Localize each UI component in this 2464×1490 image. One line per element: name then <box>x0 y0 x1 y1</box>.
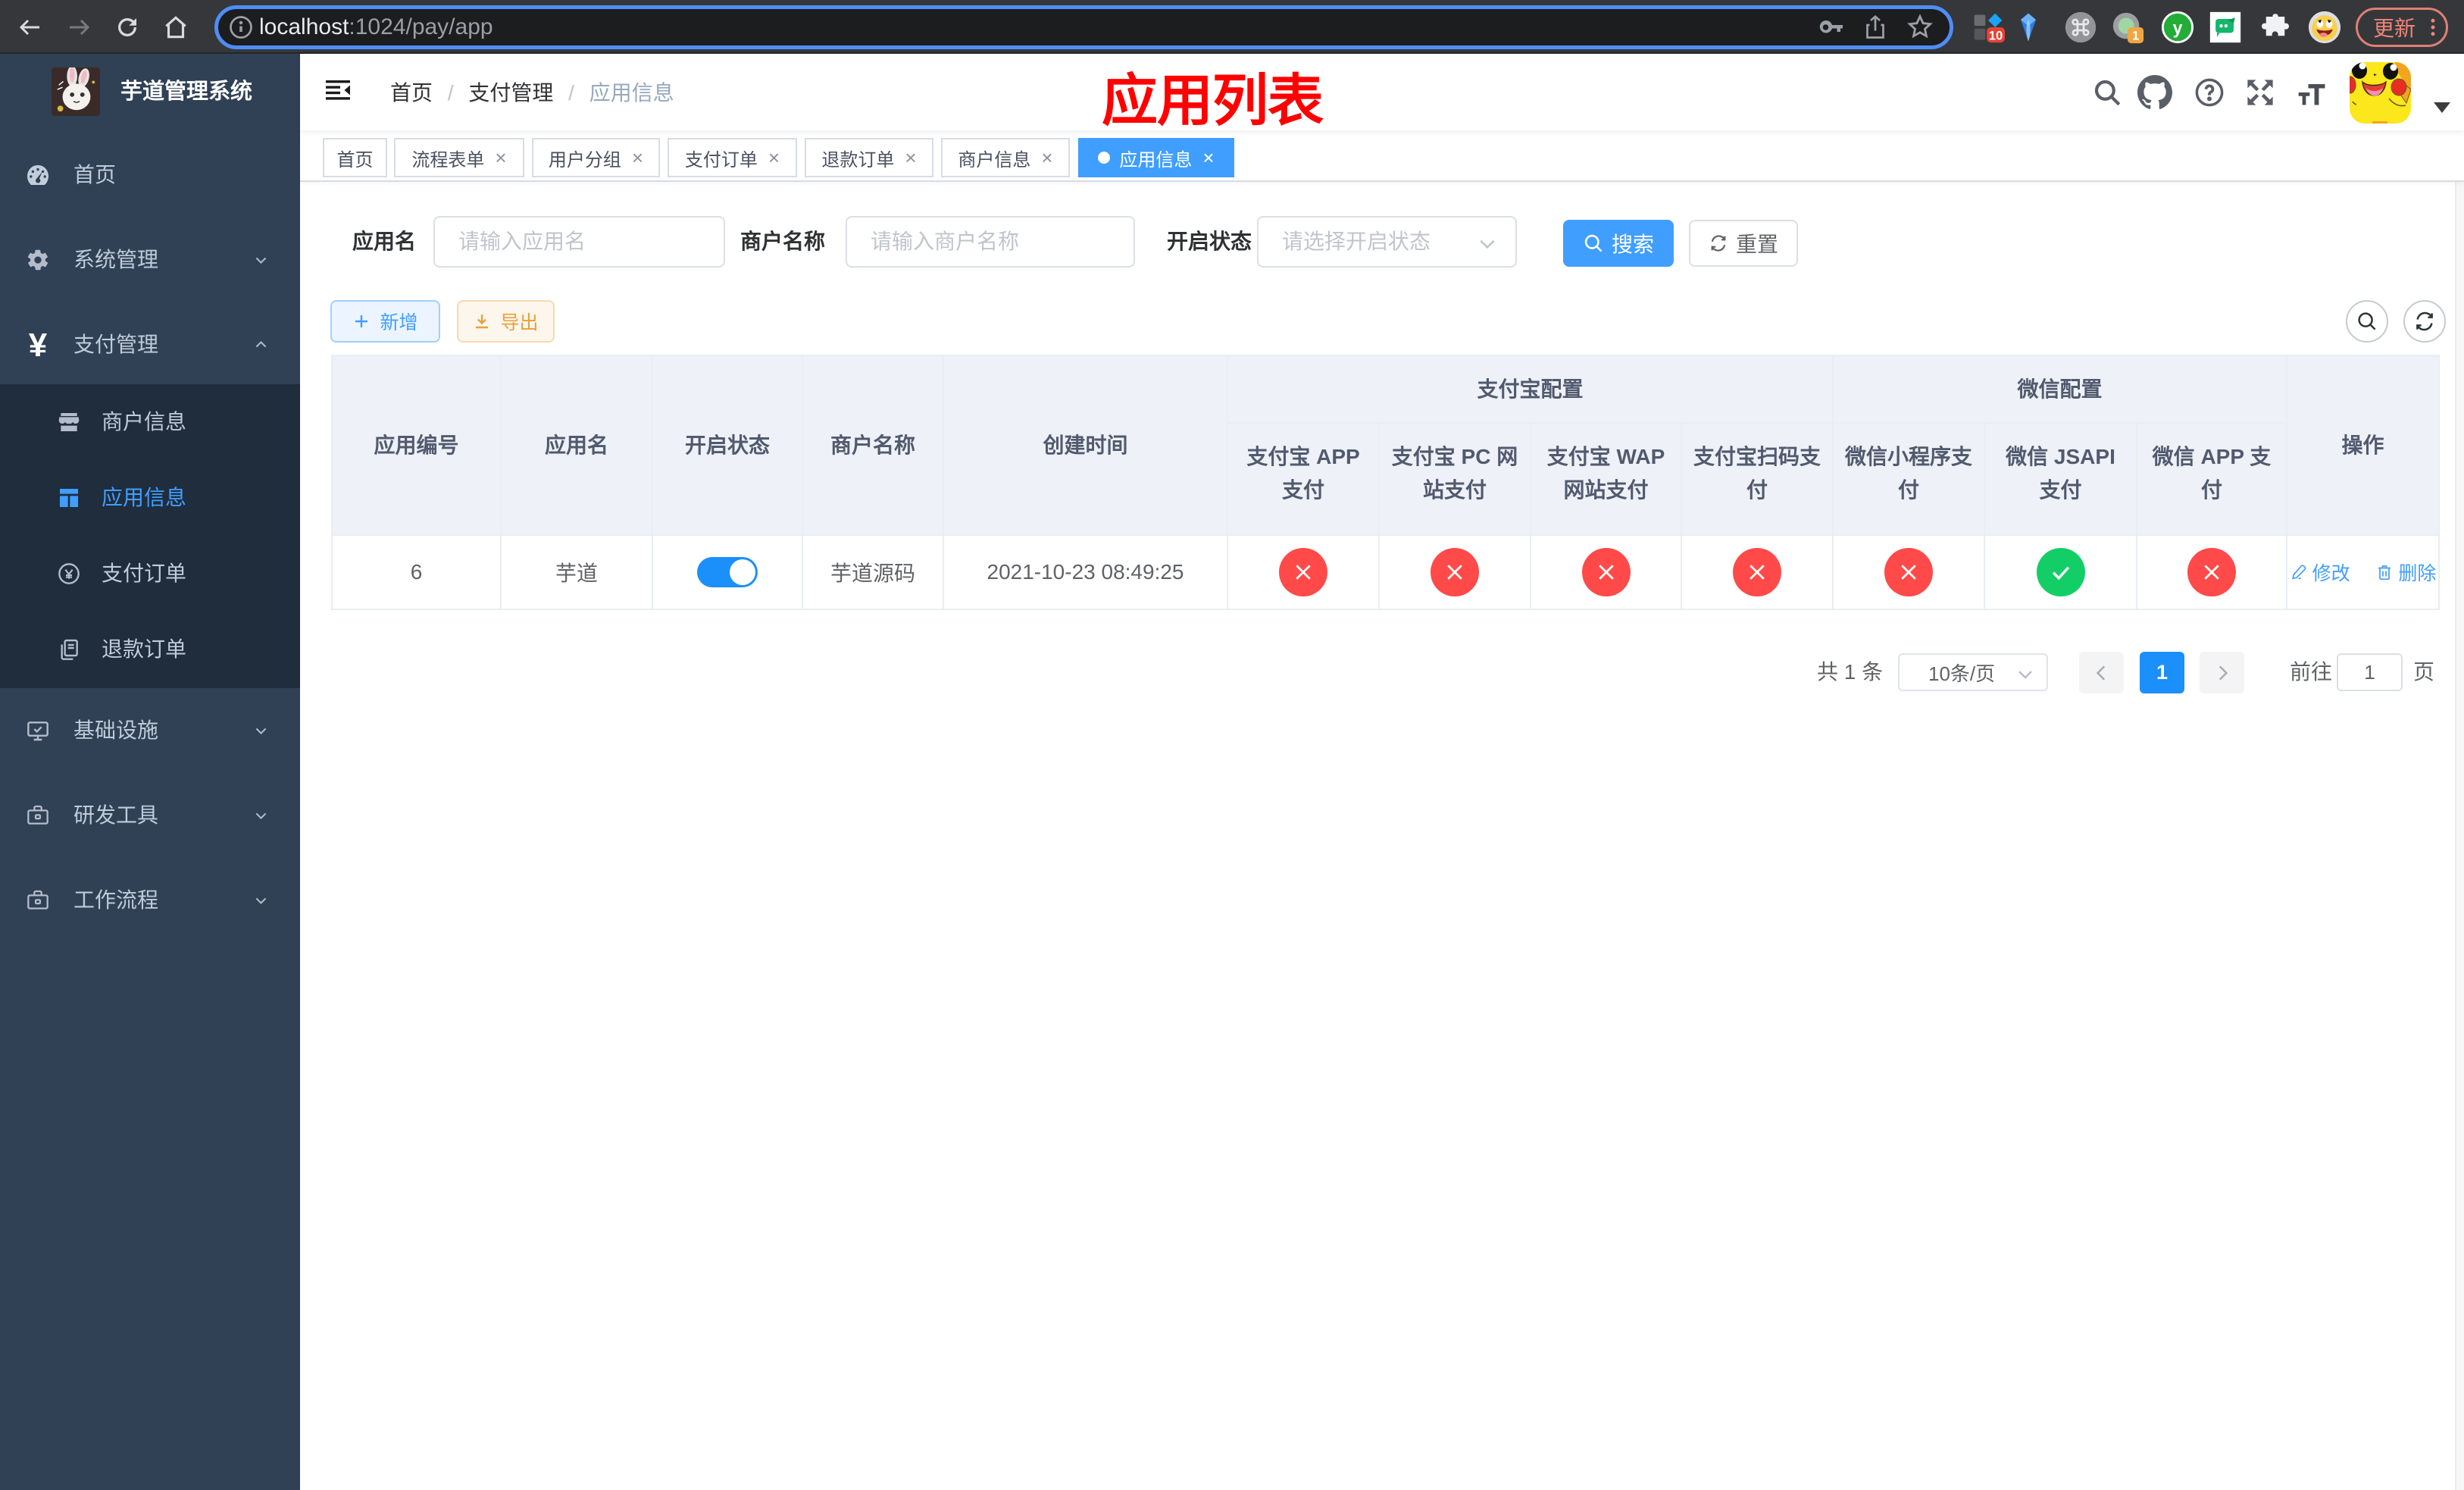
svg-text:10: 10 <box>1989 29 2003 42</box>
svg-text:1: 1 <box>2132 29 2139 42</box>
svg-text:y: y <box>2173 17 2183 37</box>
